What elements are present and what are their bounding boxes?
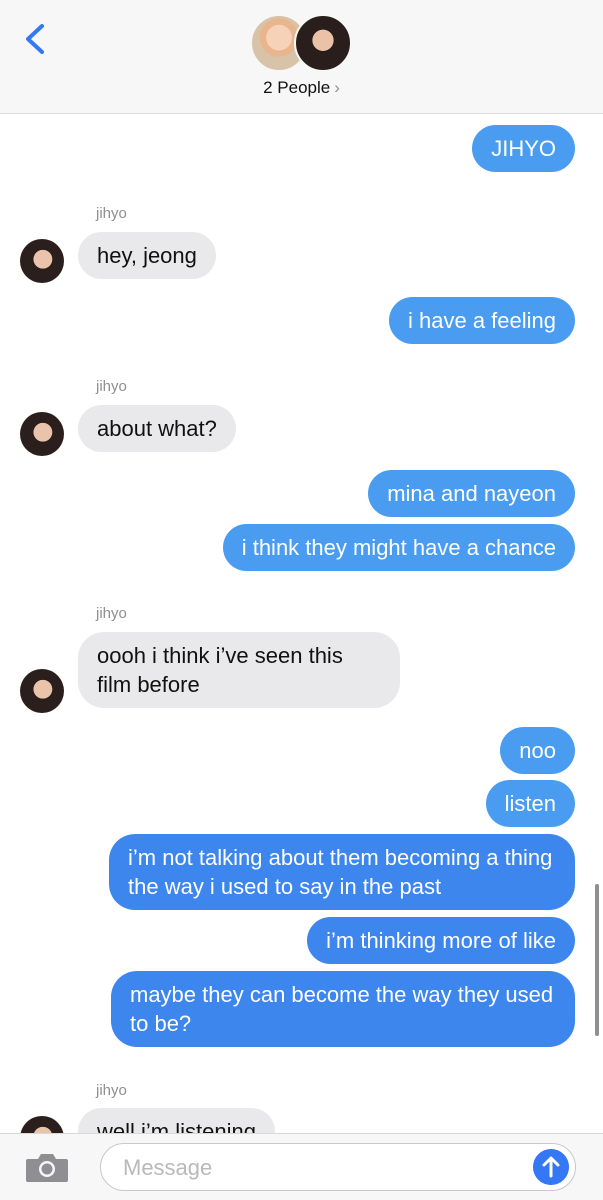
outgoing-message[interactable]: JIHYO (472, 125, 575, 172)
sender-name: jihyo (96, 1082, 127, 1099)
sender-name: jihyo (96, 605, 127, 622)
outgoing-message[interactable]: listen (485, 780, 575, 827)
avatar (20, 412, 64, 456)
outgoing-message[interactable]: maybe they can become the way they used … (111, 971, 575, 1047)
outgoing-message[interactable]: i’m not talking about them becoming a th… (109, 834, 575, 910)
scrollbar[interactable] (595, 884, 599, 1036)
sender-name: jihyo (96, 205, 127, 222)
avatar (294, 14, 352, 72)
message-input[interactable] (121, 1144, 525, 1192)
message-input-field[interactable] (100, 1143, 576, 1192)
incoming-message[interactable]: hey, jeong (78, 232, 216, 279)
chevron-right-icon: › (334, 78, 340, 97)
camera-icon[interactable] (24, 1150, 70, 1184)
conversation-header: 2 People › (0, 0, 603, 114)
outgoing-message[interactable]: i’m thinking more of like (307, 917, 575, 964)
sender-name: jihyo (96, 378, 127, 395)
group-title[interactable]: 2 People › (0, 78, 603, 98)
send-arrow-icon[interactable] (533, 1149, 569, 1185)
avatar (20, 239, 64, 283)
group-title-label: 2 People (263, 78, 331, 97)
composer-bar (0, 1133, 603, 1200)
outgoing-message[interactable]: noo (500, 727, 575, 774)
back-chevron-icon[interactable] (22, 22, 52, 56)
incoming-message[interactable]: about what? (78, 405, 236, 452)
outgoing-message[interactable]: i have a feeling (389, 297, 575, 344)
outgoing-message[interactable]: mina and nayeon (368, 470, 575, 517)
avatar (20, 669, 64, 713)
outgoing-message[interactable]: i think they might have a chance (222, 524, 575, 571)
group-avatars[interactable] (250, 14, 354, 72)
incoming-message[interactable]: oooh i think i’ve seen this film before (78, 632, 400, 708)
